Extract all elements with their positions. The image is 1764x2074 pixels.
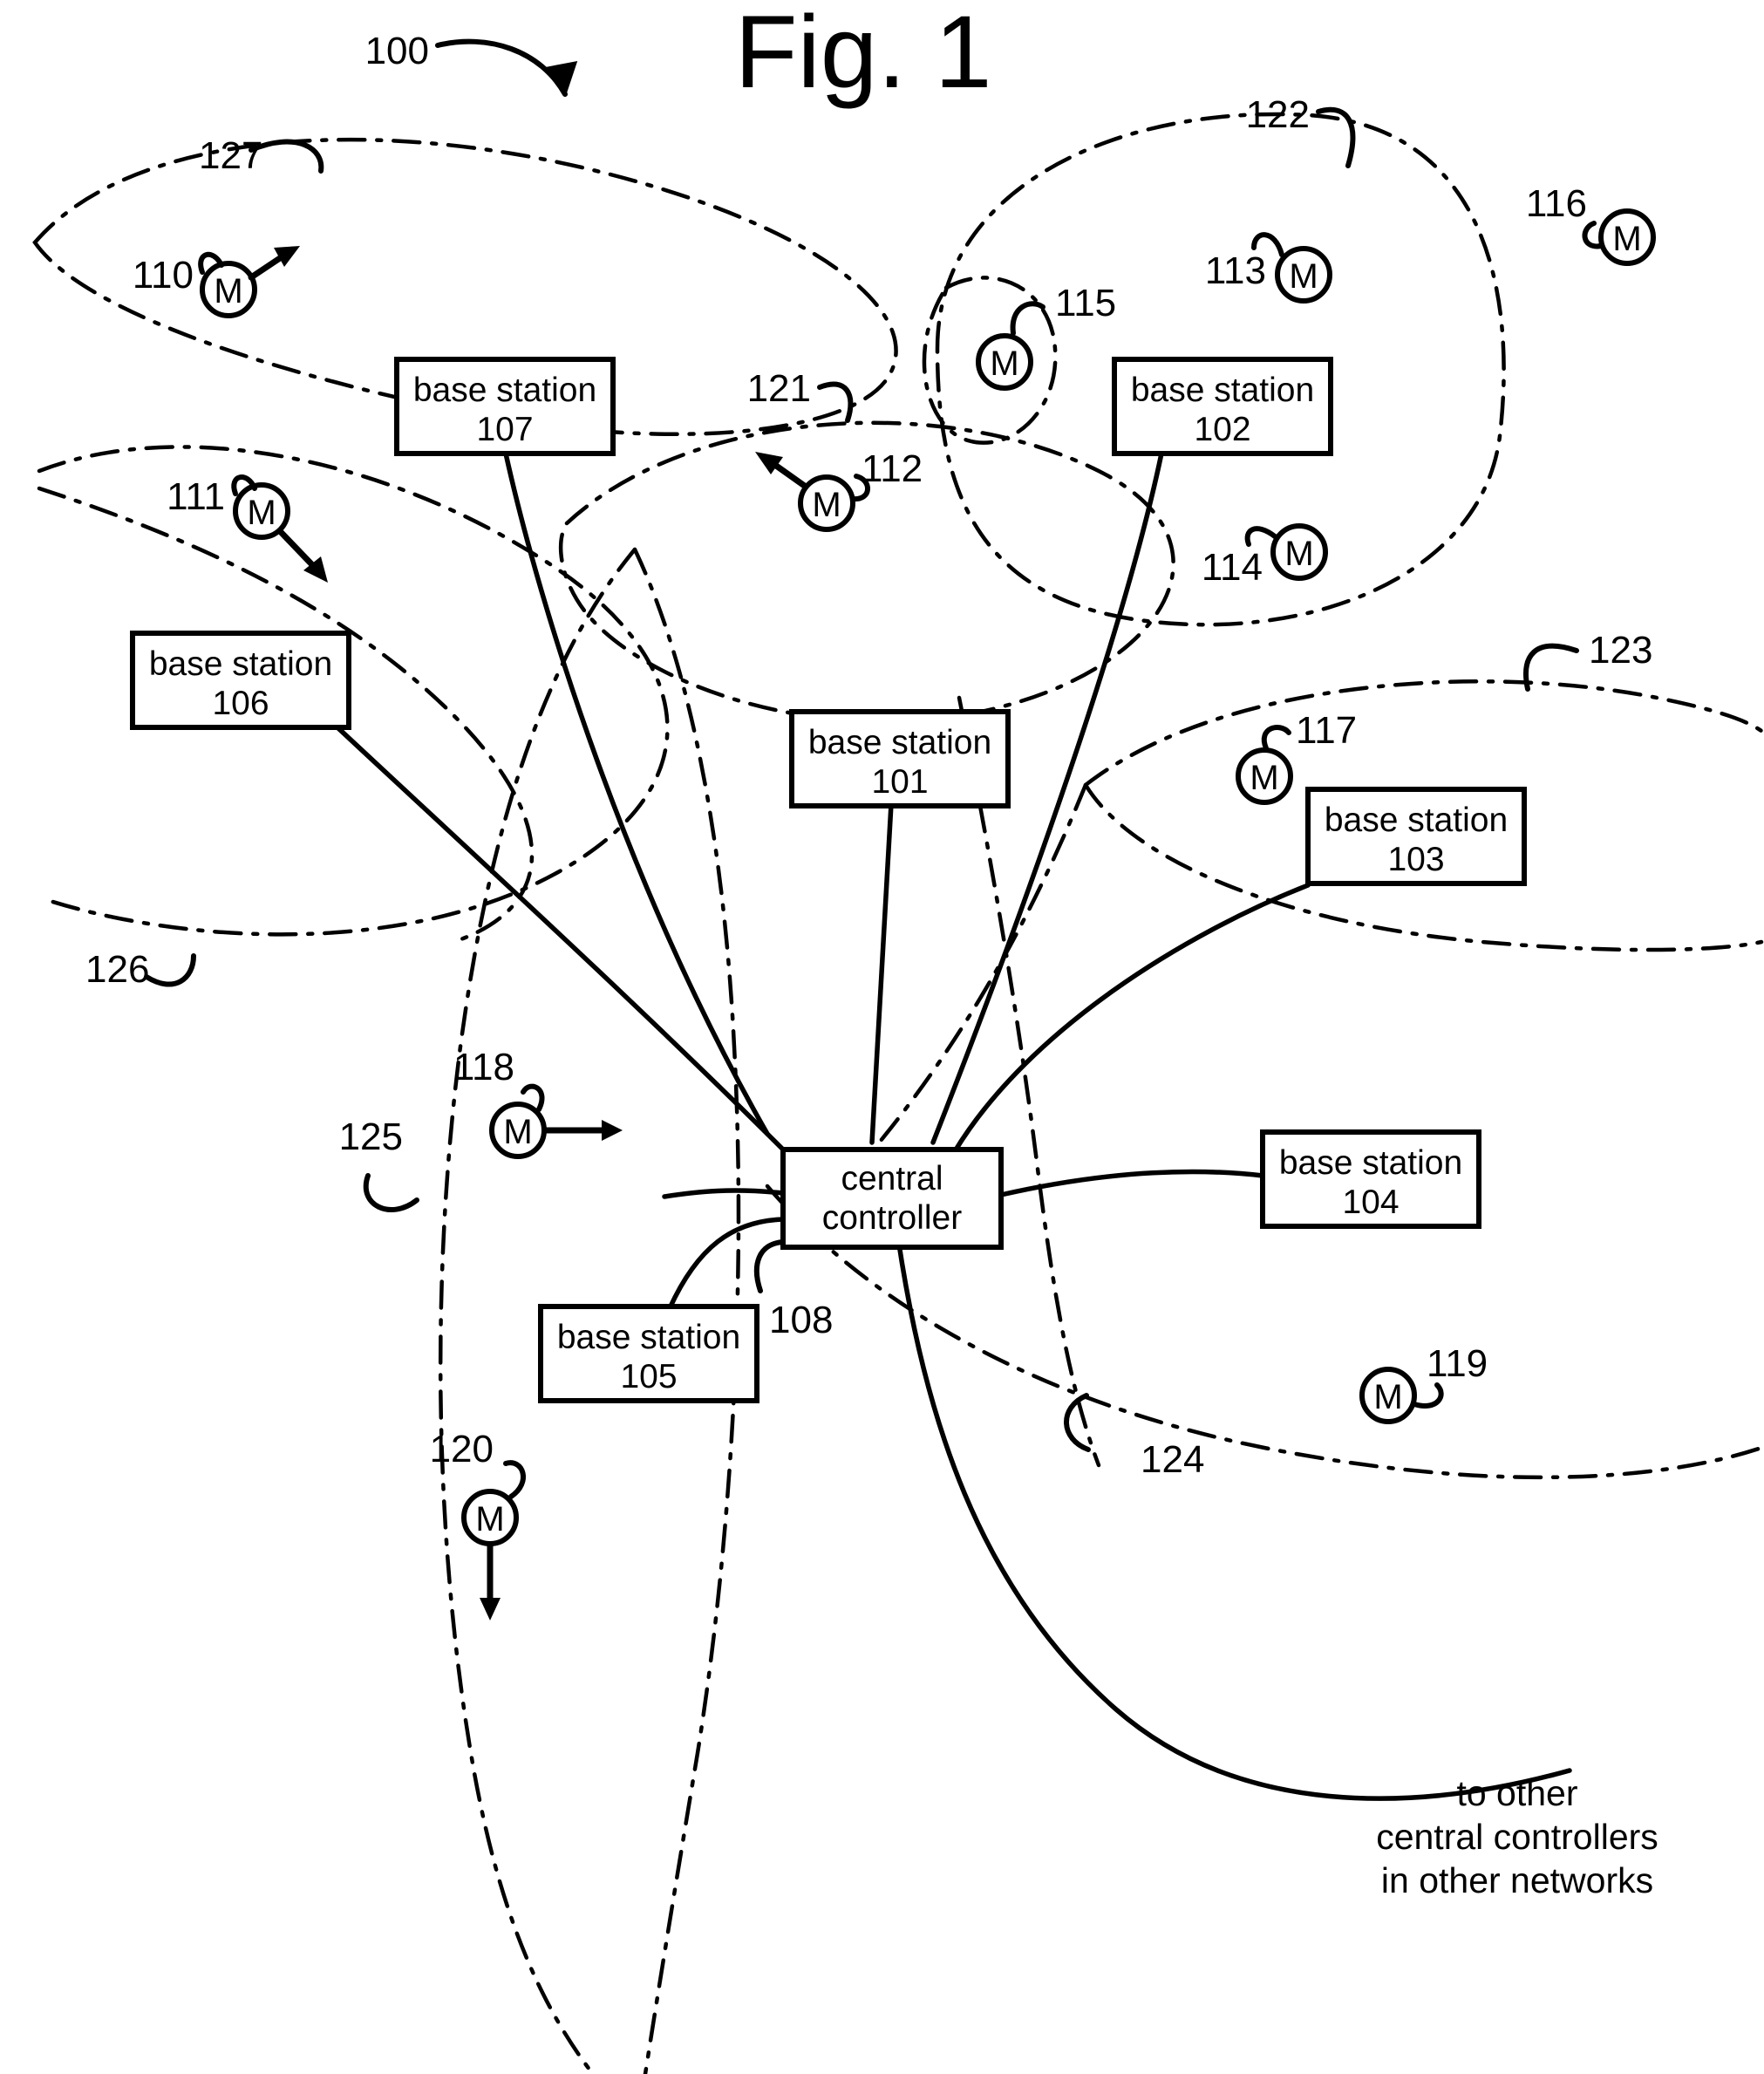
cell-boundary-123	[1083, 679, 1764, 788]
mobile-station-119[interactable]: M 119	[1359, 1342, 1488, 1424]
leader-115	[1010, 301, 1045, 336]
base-station-103-label: base station	[1325, 802, 1508, 839]
central-controller[interactable]: central controller	[780, 1147, 1004, 1250]
leader-125	[363, 1173, 419, 1212]
mobile-station-115-glyph: M	[990, 345, 1018, 383]
leader-120	[503, 1460, 526, 1499]
cell-label-126: 126	[85, 948, 196, 991]
leader-126	[144, 953, 196, 987]
cell-label-124: 124	[1064, 1393, 1204, 1481]
mobile-station-118[interactable]: M 118	[453, 1046, 623, 1159]
ref-label-120: 120	[430, 1428, 494, 1470]
mobile-station-111[interactable]: M 111	[167, 474, 328, 583]
leader-117	[1261, 725, 1291, 751]
ref-label-116: 116	[1526, 182, 1587, 225]
base-station-107-label: base station	[413, 372, 596, 409]
external-note-line2: central controllers	[1376, 1817, 1658, 1857]
link-bs103-controller	[952, 883, 1311, 1154]
mobile-station-112[interactable]: M 112	[755, 447, 923, 532]
figure-canvas: Fig. 1 100 base station 107 base station…	[32, 0, 1764, 2074]
base-station-104[interactable]: base station 104	[1260, 1129, 1481, 1229]
external-note-line1: to other	[1456, 1773, 1577, 1813]
mobile-station-115[interactable]: M 115	[976, 282, 1116, 391]
mobile-station-113-glyph: M	[1289, 257, 1318, 296]
cell-label-125: 125	[339, 1115, 419, 1212]
ref-label-117: 117	[1296, 709, 1357, 752]
link-bs105-controller	[667, 1217, 786, 1311]
base-station-105-label: base station	[557, 1319, 740, 1356]
ref-label-108: 108	[769, 1299, 833, 1341]
base-station-107-number: 107	[476, 411, 533, 448]
ref-label-125: 125	[339, 1115, 403, 1158]
ref-label-115: 115	[1055, 282, 1116, 324]
link-controller-left-stub	[662, 1188, 786, 1199]
base-station-104-number: 104	[1342, 1184, 1399, 1221]
ref-label-127: 127	[199, 134, 262, 177]
leader-119	[1412, 1382, 1444, 1409]
base-station-102-number: 102	[1194, 411, 1250, 448]
ref-label-123: 123	[1589, 629, 1652, 672]
link-bs101-controller	[869, 802, 894, 1145]
mobile-station-110[interactable]: M 110	[133, 246, 300, 318]
ref-label-121: 121	[747, 367, 811, 410]
link-bs106-controller	[322, 713, 787, 1154]
central-controller-line2: controller	[822, 1199, 962, 1237]
base-station-103[interactable]: base station 103	[1305, 787, 1527, 886]
ref-label-100: 100	[365, 30, 429, 72]
ref-label-113: 113	[1205, 249, 1266, 292]
mobile-station-118-glyph: M	[503, 1113, 532, 1151]
base-station-101-number: 101	[871, 763, 928, 801]
central-controller-line1: central	[841, 1160, 943, 1197]
external-note-line3: in other networks	[1381, 1860, 1653, 1900]
patent-figure: Fig. 1 100 base station 107 base station…	[0, 0, 1764, 2074]
mobile-station-112-glyph: M	[812, 486, 841, 524]
cell-boundary-overlap-b	[957, 695, 1101, 1468]
mobile-station-114[interactable]: M 114	[1202, 523, 1328, 589]
mobile-station-110-glyph: M	[214, 272, 242, 310]
base-station-105-number: 105	[620, 1358, 677, 1395]
mobile-station-116[interactable]: M 116	[1526, 182, 1656, 266]
base-station-103-number: 103	[1387, 841, 1444, 878]
base-station-101[interactable]: base station 101	[789, 709, 1011, 808]
figure-title: Fig. 1	[734, 0, 991, 110]
mobile-station-117-glyph: M	[1250, 759, 1278, 797]
base-station-104-label: base station	[1279, 1144, 1462, 1182]
base-station-107[interactable]: base station 107	[394, 357, 616, 456]
base-station-101-label: base station	[808, 724, 991, 761]
mobile-station-120-glyph: M	[475, 1500, 504, 1538]
external-network-note: to other central controllers in other ne…	[1376, 1773, 1658, 1900]
base-station-106-number: 106	[212, 685, 269, 722]
cell-label-123: 123	[1523, 629, 1652, 692]
motion-arrowhead-118	[602, 1120, 623, 1141]
mobile-station-116-glyph: M	[1612, 220, 1641, 258]
mobile-station-111-glyph: M	[247, 494, 276, 532]
ref-label-118: 118	[453, 1046, 514, 1088]
ref-label-110: 110	[133, 254, 194, 297]
leader-114	[1244, 526, 1277, 547]
base-station-106[interactable]: base station 106	[130, 631, 351, 730]
ref-label-122: 122	[1246, 93, 1310, 136]
cell-label-122: 122	[1246, 93, 1356, 168]
motion-arrowhead-120	[480, 1598, 501, 1620]
mobile-station-119-glyph: M	[1373, 1378, 1402, 1416]
ref-label-114: 114	[1202, 546, 1263, 589]
base-station-102-label: base station	[1131, 372, 1314, 409]
ref-label-124: 124	[1141, 1438, 1204, 1481]
ref-label-119: 119	[1427, 1342, 1488, 1385]
leader-108	[753, 1239, 786, 1293]
mobile-station-114-glyph: M	[1284, 535, 1313, 573]
link-controller-external	[896, 1236, 1572, 1801]
ref-label-111: 111	[167, 475, 225, 518]
ref-label-112: 112	[862, 447, 923, 490]
leader-123	[1523, 643, 1579, 692]
base-station-105[interactable]: base station 105	[538, 1304, 759, 1403]
cell-boundary-overlap-a	[869, 782, 1088, 1154]
base-station-106-label: base station	[149, 645, 332, 683]
ref-label-126: 126	[85, 948, 149, 991]
mobile-station-113[interactable]: M 113	[1205, 232, 1332, 304]
base-station-102[interactable]: base station 102	[1112, 357, 1333, 456]
